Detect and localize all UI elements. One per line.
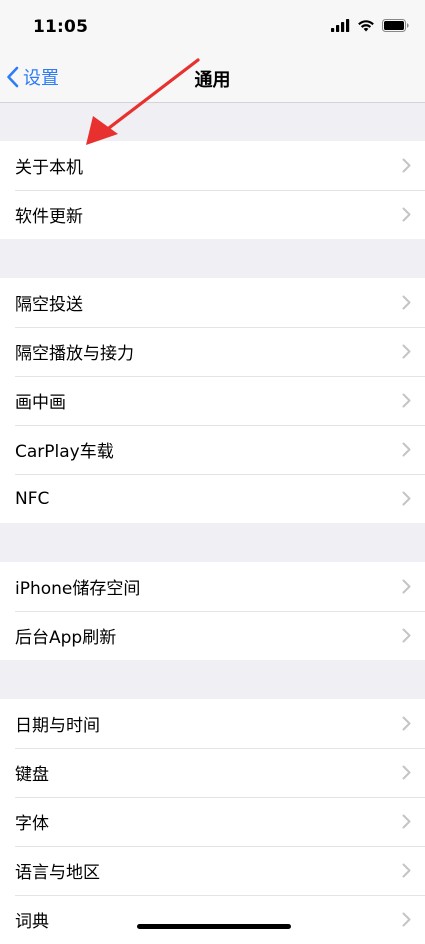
navigation-bar: 设置 通用 bbox=[0, 54, 425, 103]
list-item-label: 键盘 bbox=[15, 765, 49, 785]
chevron-right-icon bbox=[402, 716, 411, 731]
wifi-icon bbox=[358, 20, 374, 32]
page-title: 通用 bbox=[194, 70, 231, 91]
list-item-label: NFC bbox=[15, 488, 50, 509]
list-item-date-time[interactable]: 日期与时间 bbox=[0, 699, 425, 748]
list-item-dictionary[interactable]: 词典 bbox=[0, 895, 425, 944]
list-item-about[interactable]: 关于本机 bbox=[0, 141, 425, 190]
list-item-software-update[interactable]: 软件更新 bbox=[0, 190, 425, 239]
chevron-right-icon bbox=[402, 579, 411, 594]
list-item-label: 软件更新 bbox=[15, 207, 83, 227]
list-item-fonts[interactable]: 字体 bbox=[0, 797, 425, 846]
settings-group-locale: 日期与时间 键盘 字体 语言与地区 词典 bbox=[0, 699, 425, 944]
list-item-label: 隔空投送 bbox=[15, 295, 83, 315]
list-item-airplay-handoff[interactable]: 隔空播放与接力 bbox=[0, 327, 425, 376]
list-item-label: iPhone储存空间 bbox=[15, 579, 141, 599]
settings-group-storage: iPhone储存空间 后台App刷新 bbox=[0, 562, 425, 660]
list-item-label: 词典 bbox=[15, 912, 49, 932]
chevron-right-icon bbox=[402, 912, 411, 927]
list-item-label: 关于本机 bbox=[15, 158, 83, 178]
chevron-right-icon bbox=[402, 295, 411, 310]
list-item-background-app-refresh[interactable]: 后台App刷新 bbox=[0, 611, 425, 660]
list-item-nfc[interactable]: NFC bbox=[0, 474, 425, 523]
chevron-right-icon bbox=[402, 344, 411, 359]
chevron-right-icon bbox=[402, 158, 411, 173]
home-indicator bbox=[137, 924, 291, 929]
list-item-keyboard[interactable]: 键盘 bbox=[0, 748, 425, 797]
cellular-signal-icon bbox=[331, 19, 350, 32]
status-time: 11:05 bbox=[33, 17, 89, 37]
settings-group-connectivity: 隔空投送 隔空播放与接力 画中画 CarPlay车载 NFC bbox=[0, 278, 425, 523]
list-item-label: 后台App刷新 bbox=[15, 628, 117, 648]
chevron-right-icon bbox=[402, 491, 411, 506]
list-item-label: 字体 bbox=[15, 814, 49, 834]
chevron-right-icon bbox=[402, 863, 411, 878]
chevron-right-icon bbox=[402, 207, 411, 222]
chevron-right-icon bbox=[402, 442, 411, 457]
chevron-right-icon bbox=[402, 814, 411, 829]
list-item-label: 隔空播放与接力 bbox=[15, 344, 134, 364]
status-bar: 11:05 bbox=[0, 0, 425, 54]
list-item-carplay[interactable]: CarPlay车载 bbox=[0, 425, 425, 474]
status-icons bbox=[331, 19, 409, 32]
battery-icon bbox=[382, 19, 409, 32]
list-item-label: 语言与地区 bbox=[15, 863, 100, 883]
settings-group-about: 关于本机 软件更新 bbox=[0, 141, 425, 239]
chevron-right-icon bbox=[402, 628, 411, 643]
list-item-airdrop[interactable]: 隔空投送 bbox=[0, 278, 425, 327]
list-item-label: CarPlay车载 bbox=[15, 442, 114, 462]
list-item-iphone-storage[interactable]: iPhone储存空间 bbox=[0, 562, 425, 611]
chevron-right-icon bbox=[402, 393, 411, 408]
list-item-label: 日期与时间 bbox=[15, 716, 100, 736]
list-item-language-region[interactable]: 语言与地区 bbox=[0, 846, 425, 895]
list-item-label: 画中画 bbox=[15, 393, 66, 413]
chevron-right-icon bbox=[402, 765, 411, 780]
list-item-picture-in-picture[interactable]: 画中画 bbox=[0, 376, 425, 425]
